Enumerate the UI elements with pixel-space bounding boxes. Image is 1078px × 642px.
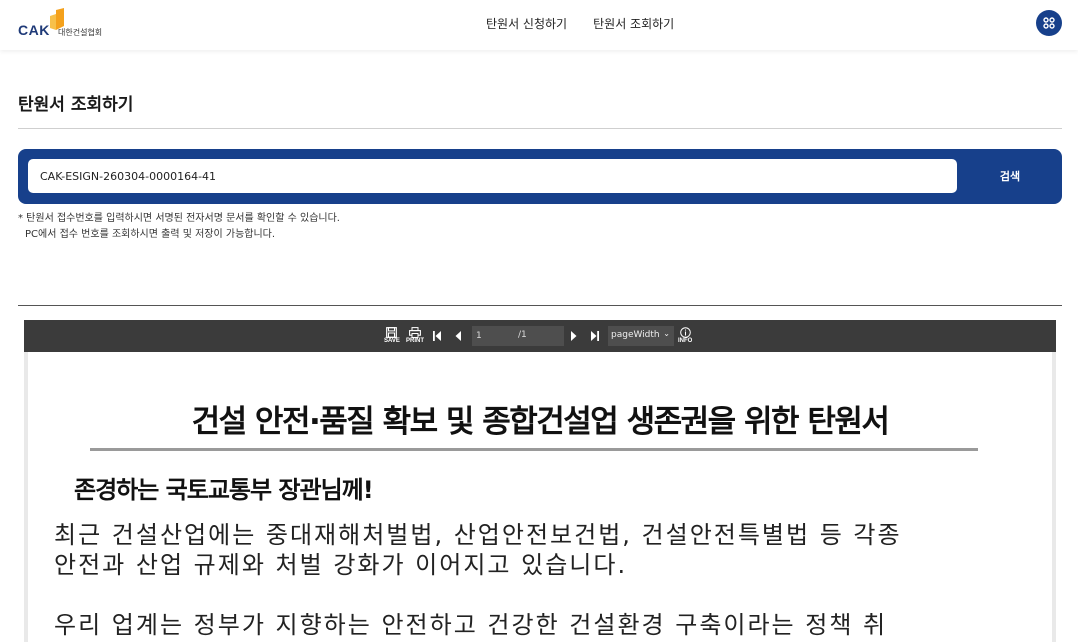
first-page-icon <box>433 331 441 341</box>
next-page-button[interactable] <box>570 324 578 348</box>
search-button[interactable]: 검색 <box>968 159 1052 193</box>
zoom-value: pageWidth <box>611 330 660 340</box>
nav-item-inquiry[interactable]: 탄원서 조회하기 <box>593 15 674 32</box>
search-bar: 검색 <box>18 149 1062 204</box>
info-button[interactable]: INFO <box>678 324 692 348</box>
notice-line-2: PC에서 접수 번호를 조회하시면 출력 및 저장이 가능합니다. <box>25 229 276 240</box>
logo-text: CAK <box>18 22 50 38</box>
print-label: PRINT <box>406 338 424 344</box>
site-header: CAK 대한건설협회 탄원서 신청하기 탄원서 조회하기 <box>0 0 1078 50</box>
title-divider <box>18 128 1062 129</box>
zoom-select[interactable]: pageWidth ⌄ <box>608 326 674 346</box>
last-page-button[interactable] <box>590 324 600 348</box>
paragraph-2-line-1: 우리 업계는 정부가 지향하는 안전하고 건강한 건설환경 구축이라는 정책 취 <box>54 611 888 639</box>
document-title: 건설 안전·품질 확보 및 종합건설업 생존권을 위한 탄원서 <box>191 404 890 440</box>
document-salutation: 존경하는 국토교통부 장관님께! <box>74 476 374 504</box>
paragraph-1-line-1: 최근 건설산업에는 중대재해처벌법, 산업안전보건법, 건설안전특별법 등 각종 <box>54 521 902 549</box>
first-page-button[interactable] <box>432 324 442 348</box>
logo-subtext: 대한건설협회 <box>58 28 103 37</box>
prev-page-button[interactable] <box>454 324 462 348</box>
save-button[interactable]: SAVE <box>384 324 400 348</box>
notice-text: * 탄원서 접수번호를 입력하시면 서명된 전자서명 문서를 확인할 수 있습니… <box>18 211 340 243</box>
save-label: SAVE <box>384 338 400 344</box>
title-underline <box>90 448 978 451</box>
page-total: /1 <box>518 330 527 340</box>
document-page: 건설 안전·품질 확보 및 종합건설업 생존권을 위한 탄원서 존경하는 국토교… <box>28 352 1052 642</box>
apps-grid-icon <box>1043 17 1055 29</box>
chevron-down-icon: ⌄ <box>663 329 670 338</box>
prev-page-icon <box>455 331 461 341</box>
pdf-viewer: SAVE PRINT /1 <box>24 320 1056 642</box>
last-page-icon <box>591 331 599 341</box>
receipt-number-input[interactable] <box>28 159 957 193</box>
paragraph-1-line-2: 안전과 산업 규제와 처벌 강화가 이어지고 있습니다. <box>54 551 628 579</box>
notice-line-1: * 탄원서 접수번호를 입력하시면 서명된 전자서명 문서를 확인할 수 있습니… <box>18 213 340 224</box>
info-label: INFO <box>678 338 693 344</box>
next-page-icon <box>571 331 577 341</box>
viewer-divider <box>18 305 1062 306</box>
apps-button[interactable] <box>1036 10 1062 36</box>
info-icon <box>679 327 691 338</box>
nav-item-apply[interactable]: 탄원서 신청하기 <box>486 15 567 32</box>
print-icon <box>409 327 421 338</box>
print-button[interactable]: PRINT <box>406 324 424 348</box>
main-nav: 탄원서 신청하기 탄원서 조회하기 <box>486 15 674 32</box>
save-icon <box>386 327 398 338</box>
page-title: 탄원서 조회하기 <box>18 95 134 115</box>
cak-logo[interactable]: CAK 대한건설협회 <box>18 8 108 40</box>
viewer-toolbar: SAVE PRINT /1 <box>24 320 1056 352</box>
